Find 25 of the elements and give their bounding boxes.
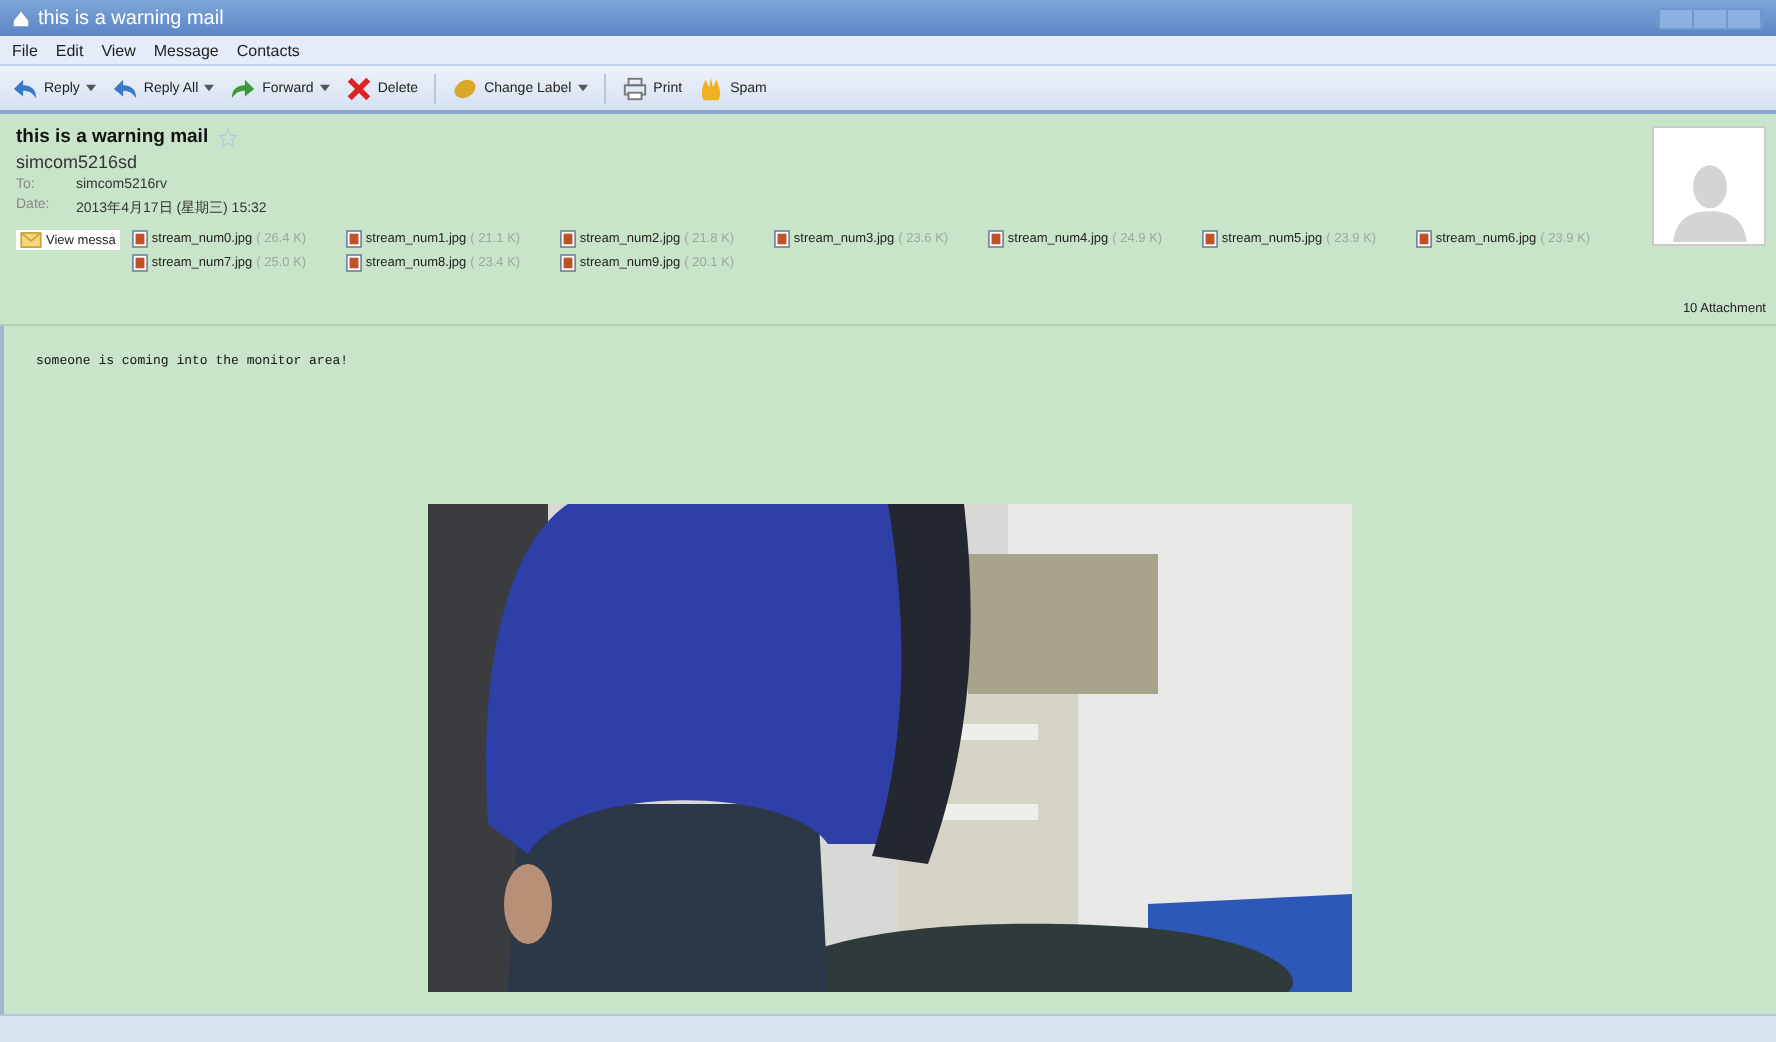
star-icon[interactable] [218, 127, 239, 147]
caret-icon[interactable] [577, 84, 588, 92]
menu-item[interactable]: Message [153, 41, 219, 59]
printer-icon [621, 75, 648, 101]
image-file-icon [1415, 230, 1432, 248]
cross-icon [345, 75, 372, 101]
caret-icon[interactable] [204, 84, 215, 92]
reply-arrow-icon [111, 75, 138, 101]
flame-icon [698, 75, 725, 101]
menu-item[interactable]: View [101, 41, 136, 59]
tag-icon [452, 75, 479, 101]
envelope-icon [20, 232, 42, 248]
reply-arrow-icon [12, 75, 38, 101]
image-file-icon [987, 230, 1004, 248]
forward-arrow-icon [230, 75, 257, 101]
image-file-icon [773, 230, 790, 248]
sender: simcom5216sd [16, 152, 140, 172]
menu-item[interactable]: Edit [55, 41, 84, 59]
caret-icon[interactable] [85, 84, 96, 92]
menu-item[interactable]: Contacts [236, 41, 300, 59]
caret-icon[interactable] [319, 84, 330, 92]
image-file-icon [1201, 230, 1218, 248]
window-title: this is a warning mail [38, 7, 226, 29]
menu-item[interactable]: File [12, 41, 38, 59]
mail-subject: this is a warning mail [16, 126, 209, 148]
